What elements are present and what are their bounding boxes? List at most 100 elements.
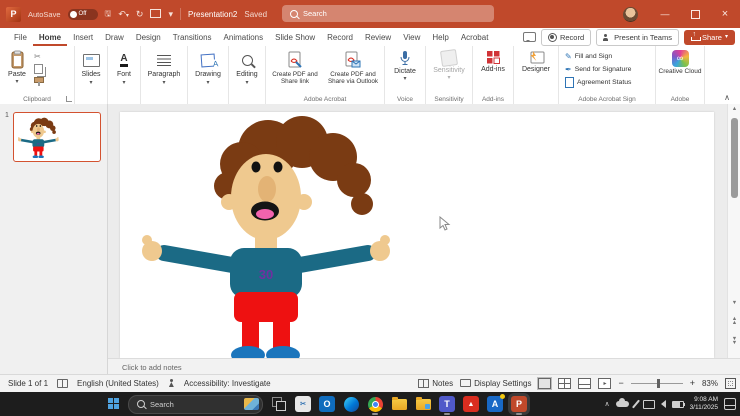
creative-cloud-button[interactable]: ∞ Creative Cloud <box>656 46 704 75</box>
cartoon-character[interactable] <box>130 112 410 358</box>
tab-design[interactable]: Design <box>130 28 167 46</box>
normal-view-button[interactable] <box>537 376 553 390</box>
drawing-group-collapsed[interactable]: Drawing▾ <box>188 46 229 104</box>
notification-center-icon[interactable] <box>724 398 736 410</box>
minimize-button[interactable]: — <box>650 0 680 28</box>
start-button[interactable] <box>108 398 120 410</box>
pen-input-icon[interactable] <box>631 399 640 409</box>
outlook-icon[interactable]: O <box>319 396 335 412</box>
edge-icon[interactable] <box>343 396 359 412</box>
paragraph-group-collapsed[interactable]: Paragraph ▾ <box>141 46 188 104</box>
a-app-icon[interactable]: A <box>487 394 505 412</box>
copy-icon[interactable] <box>34 64 43 74</box>
network-display-icon[interactable] <box>642 399 655 409</box>
zoom-in-button[interactable]: + <box>690 378 695 388</box>
save-icon[interactable]: 🖫︎ <box>105 10 112 18</box>
slide-thumbnail[interactable] <box>13 112 101 162</box>
tab-transitions[interactable]: Transitions <box>167 28 218 46</box>
scrollbar-thumb[interactable] <box>731 118 738 198</box>
documents-folder-icon[interactable] <box>415 396 431 412</box>
group-label-acrobat-sign: Adobe Acrobat Sign <box>578 96 636 103</box>
fit-slide-to-window-icon[interactable] <box>725 377 736 389</box>
send-for-signature-button[interactable]: ✒ Send for Signature <box>559 63 655 76</box>
tab-draw[interactable]: Draw <box>99 28 130 46</box>
tab-record[interactable]: Record <box>321 28 359 46</box>
paste-button[interactable]: Paste ▾ <box>0 46 34 85</box>
scroll-down-icon[interactable]: ▼ <box>728 300 740 307</box>
format-painter-icon[interactable] <box>34 77 44 86</box>
tab-file[interactable]: File <box>8 28 33 46</box>
divider <box>180 8 181 20</box>
collapse-ribbon-icon[interactable]: ∧ <box>724 93 730 102</box>
zoom-slider[interactable] <box>630 378 683 388</box>
file-explorer-icon[interactable] <box>391 396 407 412</box>
slide-canvas[interactable] <box>120 112 714 358</box>
tab-acrobat[interactable]: Acrobat <box>455 28 495 46</box>
slide-indicator[interactable]: Slide 1 of 1 <box>8 379 48 388</box>
cut-icon[interactable]: ✂ <box>34 52 44 61</box>
search-input[interactable]: Search <box>282 5 494 22</box>
designer-button[interactable]: Designer <box>514 46 558 73</box>
acrobat-icon[interactable]: ▲ <box>463 396 479 412</box>
record-button[interactable]: Record <box>540 28 592 46</box>
present-icon[interactable] <box>150 8 162 20</box>
tab-home[interactable]: Home <box>33 28 67 46</box>
tab-view[interactable]: View <box>397 28 426 46</box>
font-group-collapsed[interactable]: A Font ▾ <box>108 46 141 104</box>
taskbar-clock[interactable]: 9:08 AM 3/11/2025 <box>690 396 718 412</box>
powerpoint-taskbar-icon[interactable]: P <box>511 396 527 415</box>
slideshow-view-button[interactable]: ▸ <box>598 377 612 389</box>
character-thumbnail <box>16 117 62 158</box>
language-label[interactable]: English (United States) <box>77 379 159 388</box>
document-title[interactable]: Presentation2 <box>188 10 237 19</box>
taskbar-search[interactable]: Search <box>128 394 263 414</box>
present-in-teams-button[interactable]: Present in Teams <box>596 28 679 46</box>
display-settings-button[interactable]: Display Settings <box>460 379 531 388</box>
avatar[interactable] <box>623 6 638 22</box>
autosave-toggle[interactable]: Off <box>67 8 98 20</box>
notes-pane[interactable]: Click to add notes <box>108 358 740 375</box>
agreement-status-button[interactable]: Agreement Status <box>559 76 655 89</box>
notes-toggle[interactable]: Notes <box>418 378 453 388</box>
vertical-scrollbar[interactable]: ▲ ▼ ▲ ▲ ▼ ▼ <box>727 104 740 358</box>
snipping-tool-icon[interactable]: ✂ <box>295 396 311 412</box>
previous-slide-button[interactable]: ▲ ▲ <box>728 316 740 326</box>
slide-sorter-view-button[interactable] <box>558 377 572 389</box>
customize-qat-icon[interactable]: ▾ <box>168 9 173 19</box>
addins-button[interactable]: Add-ins <box>473 46 513 73</box>
ribbon-tabs-row: File Home Insert Draw Design Transitions… <box>0 28 740 46</box>
sensitivity-group: Sensitivity ▾ Sensitivity <box>426 46 473 104</box>
tab-help[interactable]: Help <box>426 28 454 46</box>
scroll-up-icon[interactable]: ▲ <box>728 106 740 113</box>
zoom-out-button[interactable]: − <box>618 378 623 388</box>
close-button[interactable]: × <box>710 0 740 28</box>
slides-group-collapsed[interactable]: Slides ▾ <box>75 46 108 104</box>
maximize-button[interactable] <box>680 0 710 28</box>
accessibility-status[interactable]: Accessibility: Investigate <box>184 379 271 388</box>
editing-group-collapsed[interactable]: Editing ▾ <box>229 46 266 104</box>
dictate-button[interactable]: Dictate ▾ <box>385 46 425 82</box>
chrome-icon[interactable] <box>367 396 383 415</box>
battery-icon[interactable] <box>671 400 686 408</box>
comments-icon[interactable] <box>522 32 536 42</box>
next-slide-button[interactable]: ▼ ▼ <box>728 336 740 346</box>
teams-icon[interactable]: T <box>439 396 455 415</box>
zoom-level[interactable]: 83% <box>702 379 718 388</box>
create-pdf-share-link-button[interactable]: Create PDF and Share link <box>266 46 324 85</box>
reading-view-button[interactable] <box>578 377 592 389</box>
undo-icon[interactable]: ↶▾ <box>118 9 129 19</box>
clipboard-dialog-launcher[interactable] <box>66 96 72 102</box>
tab-animations[interactable]: Animations <box>218 28 270 46</box>
hidden-icons-chevron[interactable]: ∧ <box>604 400 609 408</box>
volume-icon[interactable] <box>660 400 666 408</box>
task-view-icon[interactable] <box>271 396 287 412</box>
fill-and-sign-button[interactable]: ✎ Fill and Sign <box>559 50 655 63</box>
create-pdf-share-outlook-button[interactable]: Create PDF and Share via Outlook <box>324 46 382 85</box>
tab-slide-show[interactable]: Slide Show <box>269 28 321 46</box>
tab-insert[interactable]: Insert <box>67 28 99 46</box>
document-save-status[interactable]: Saved <box>244 10 267 19</box>
onedrive-icon[interactable] <box>615 398 629 407</box>
share-button[interactable]: Share▾ <box>683 29 735 45</box>
tab-review[interactable]: Review <box>359 28 397 46</box>
redo-icon[interactable]: ↻ <box>136 9 144 19</box>
